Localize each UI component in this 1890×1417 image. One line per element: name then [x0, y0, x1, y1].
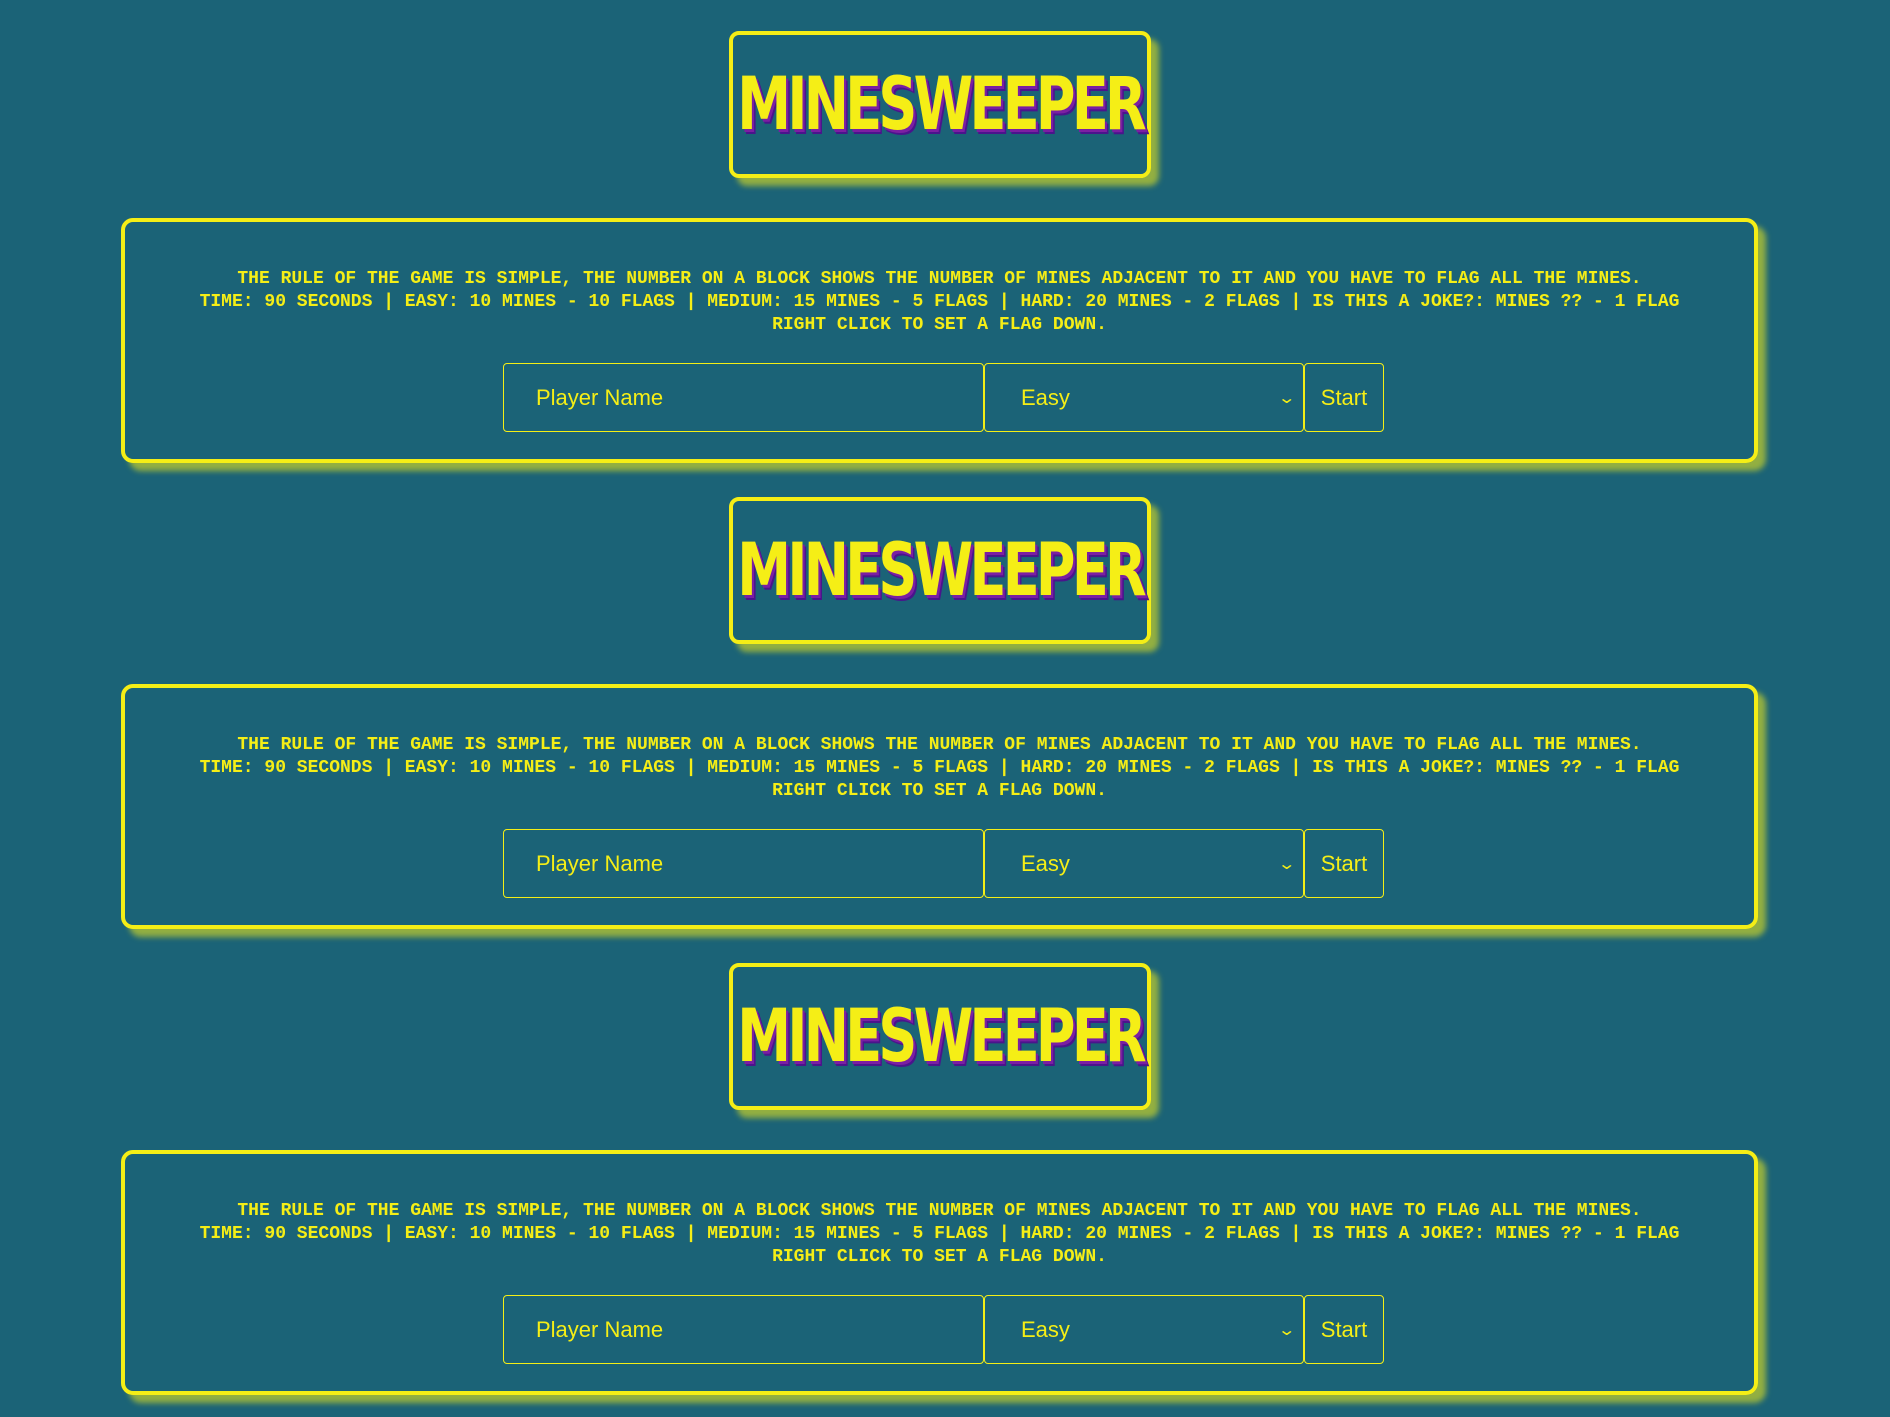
difficulty-selected-value: Easy [1021, 850, 1070, 876]
rules-panel: THE RULE OF THE GAME IS SIMPLE, THE NUMB… [121, 1150, 1758, 1395]
rules-panel: THE RULE OF THE GAME IS SIMPLE, THE NUMB… [121, 218, 1758, 463]
rules-line-1: THE RULE OF THE GAME IS SIMPLE, THE NUMB… [237, 735, 1642, 755]
rules-line-2: TIME: 90 SECONDS | EASY: 10 MINES - 10 F… [199, 758, 1680, 778]
start-button[interactable]: Start [1304, 363, 1384, 432]
game-setup-panel: MINESWEEPER THE RULE OF THE GAME IS SIMP… [0, 932, 1890, 1398]
rules-line-3: RIGHT CLICK TO SET A FLAG DOWN. [772, 315, 1107, 335]
player-name-input[interactable] [503, 363, 984, 432]
difficulty-selected-value: Easy [1021, 1316, 1070, 1342]
rules-text: THE RULE OF THE GAME IS SIMPLE, THE NUMB… [125, 268, 1754, 337]
difficulty-select[interactable]: Easy ⌄ [984, 363, 1304, 432]
start-form: Easy ⌄ Start [503, 1295, 1384, 1364]
rules-line-2: TIME: 90 SECONDS | EASY: 10 MINES - 10 F… [199, 1224, 1680, 1244]
game-setup-panel: MINESWEEPER THE RULE OF THE GAME IS SIMP… [0, 0, 1890, 466]
difficulty-select[interactable]: Easy ⌄ [984, 829, 1304, 898]
rules-text: THE RULE OF THE GAME IS SIMPLE, THE NUMB… [125, 1200, 1754, 1269]
chevron-down-icon: ⌄ [1276, 389, 1296, 407]
rules-line-2: TIME: 90 SECONDS | EASY: 10 MINES - 10 F… [199, 292, 1680, 312]
rules-line-3: RIGHT CLICK TO SET A FLAG DOWN. [772, 781, 1107, 801]
game-title: MINESWEEPER [737, 62, 1146, 147]
difficulty-select[interactable]: Easy ⌄ [984, 1295, 1304, 1364]
rules-line-1: THE RULE OF THE GAME IS SIMPLE, THE NUMB… [237, 269, 1642, 289]
title-banner: MINESWEEPER [729, 497, 1151, 644]
title-banner: MINESWEEPER [729, 963, 1151, 1110]
game-title: MINESWEEPER [737, 994, 1146, 1079]
rules-line-1: THE RULE OF THE GAME IS SIMPLE, THE NUMB… [237, 1201, 1642, 1221]
start-button[interactable]: Start [1304, 829, 1384, 898]
rules-line-3: RIGHT CLICK TO SET A FLAG DOWN. [772, 1247, 1107, 1267]
difficulty-selected-value: Easy [1021, 384, 1070, 410]
player-name-input[interactable] [503, 1295, 984, 1364]
rules-panel: THE RULE OF THE GAME IS SIMPLE, THE NUMB… [121, 684, 1758, 929]
game-title: MINESWEEPER [737, 528, 1146, 613]
title-banner: MINESWEEPER [729, 31, 1151, 178]
rules-text: THE RULE OF THE GAME IS SIMPLE, THE NUMB… [125, 734, 1754, 803]
start-button[interactable]: Start [1304, 1295, 1384, 1364]
start-form: Easy ⌄ Start [503, 363, 1384, 432]
chevron-down-icon: ⌄ [1276, 855, 1296, 873]
game-setup-panel: MINESWEEPER THE RULE OF THE GAME IS SIMP… [0, 466, 1890, 932]
player-name-input[interactable] [503, 829, 984, 898]
chevron-down-icon: ⌄ [1276, 1321, 1296, 1339]
start-form: Easy ⌄ Start [503, 829, 1384, 898]
